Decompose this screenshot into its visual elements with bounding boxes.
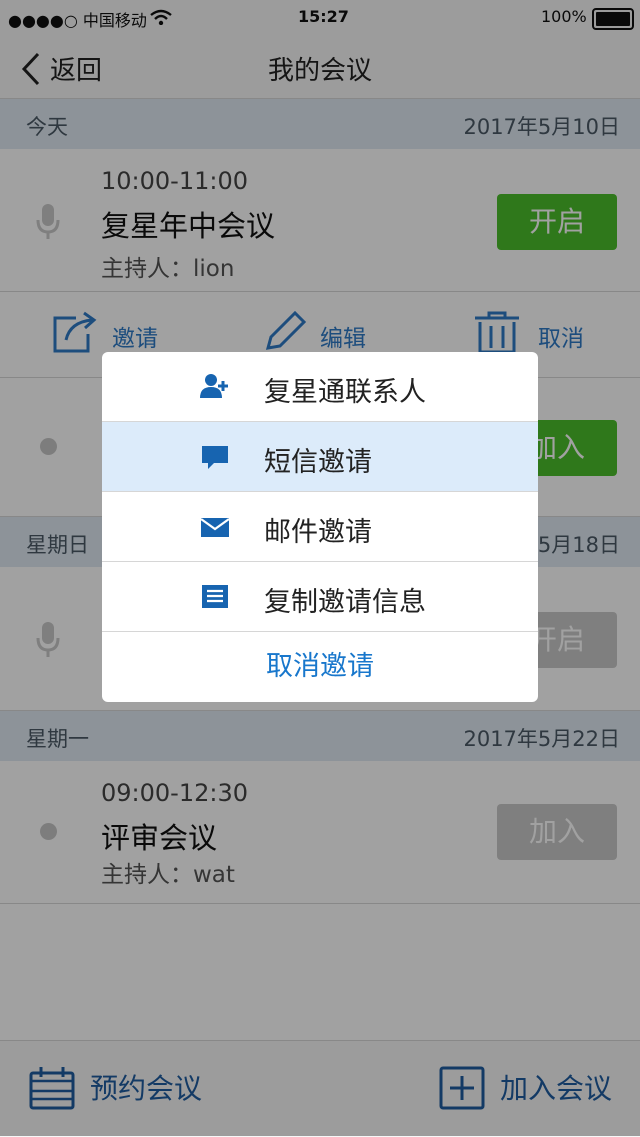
sheet-item-contacts[interactable]: 复星通联系人	[102, 352, 538, 422]
copy-info-icon	[202, 585, 228, 608]
sheet-item-email[interactable]: 邮件邀请	[102, 492, 538, 562]
add-contact-icon	[200, 374, 228, 398]
sms-icon	[202, 446, 228, 469]
sheet-item-label: 短信邀请	[264, 447, 372, 478]
sheet-item-label: 复星通联系人	[264, 377, 426, 408]
sheet-item-label: 复制邀请信息	[264, 587, 426, 618]
mail-icon	[200, 518, 230, 537]
sheet-item-sms[interactable]: 短信邀请	[102, 422, 538, 492]
cancel-invite-button[interactable]: 取消邀请	[102, 632, 538, 702]
invite-sheet: 复星通联系人 短信邀请 邮件邀请 复制邀请信息 取消邀请	[102, 352, 538, 702]
sheet-item-label: 邮件邀请	[264, 517, 372, 548]
sheet-item-copy[interactable]: 复制邀请信息	[102, 562, 538, 632]
